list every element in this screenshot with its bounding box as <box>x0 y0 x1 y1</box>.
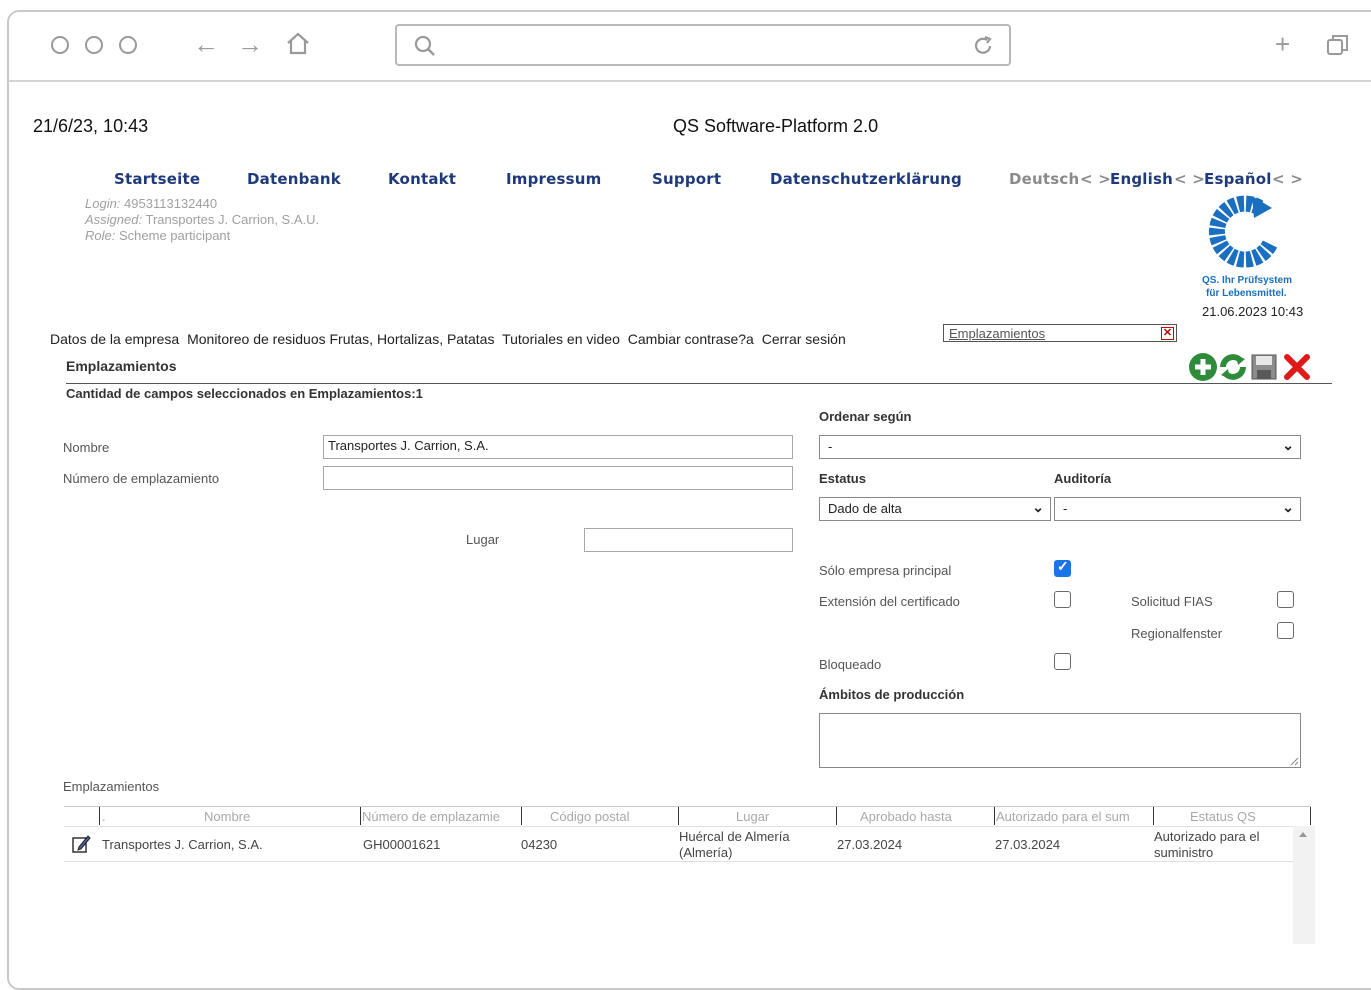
scroll-up-icon[interactable] <box>1299 832 1307 837</box>
extension-label: Extensión del certificado <box>819 594 960 609</box>
menu-cambiar-contrasena[interactable]: Cambiar contrase?a <box>628 331 754 347</box>
chevron-down-icon: ⌄ <box>1282 437 1294 453</box>
ordenar-label: Ordenar según <box>819 409 912 424</box>
window-maximize-dot[interactable] <box>119 36 137 54</box>
section-title: Emplazamientos <box>66 358 177 374</box>
solo-label: Sólo empresa principal <box>819 563 952 578</box>
regional-checkbox[interactable] <box>1277 622 1294 639</box>
bloqueado-checkbox[interactable] <box>1054 653 1071 670</box>
estatus-select[interactable]: Dado de alta ⌄ <box>819 497 1051 521</box>
lang-english[interactable]: English <box>1110 170 1173 188</box>
cell-aprobado: 27.03.2024 <box>837 837 903 852</box>
col-lugar[interactable]: Lugar <box>736 809 769 824</box>
logo-caption: QS. Ihr Prüfsystem für Lebensmittel. <box>1202 275 1293 299</box>
table-header: . Nombre Número de emplazamie Código pos… <box>64 806 1311 826</box>
add-icon[interactable] <box>1188 352 1218 382</box>
chevron-down-icon: ⌄ <box>1032 499 1044 515</box>
table-row[interactable]: Transportes J. Carrion, S.A. GH00001621 … <box>64 826 1293 862</box>
forward-arrow-icon[interactable]: → <box>237 30 263 58</box>
cell-estatus: Autorizado para el suministro <box>1154 829 1260 860</box>
chevron-down-icon: ⌄ <box>1282 499 1294 515</box>
numero-label: Número de emplazamiento <box>63 471 220 486</box>
company-menu: Datos de la empresa Monitoreo de residuo… <box>50 331 850 347</box>
col-dot[interactable]: . <box>102 809 106 824</box>
table-scrollbar[interactable] <box>1293 826 1315 944</box>
col-nombre[interactable]: Nombre <box>204 809 250 824</box>
col-autorizado[interactable]: Autorizado para el sum <box>996 809 1152 824</box>
browser-toolbar: ← → + <box>9 12 1371 82</box>
bloqueado-label: Bloqueado <box>819 657 882 672</box>
col-aprobado[interactable]: Aprobado hasta <box>860 809 952 824</box>
auditoria-label: Auditoría <box>1054 471 1112 486</box>
search-icon <box>414 35 435 56</box>
estatus-label: Estatus <box>819 471 866 486</box>
back-arrow-icon[interactable]: ← <box>193 30 219 58</box>
menu-cerrar-sesion[interactable]: Cerrar sesión <box>762 331 846 347</box>
fias-label: Solicitud FIAS <box>1131 594 1213 609</box>
regional-label: Regionalfenster <box>1131 626 1223 641</box>
lang-separator: < > <box>1080 170 1111 188</box>
qs-logo <box>1208 194 1288 275</box>
lang-deutsch[interactable]: Deutsch <box>1009 170 1079 188</box>
menu-tutoriales[interactable]: Tutoriales en video <box>502 331 620 347</box>
role-info: Role: Scheme participant <box>85 228 231 243</box>
selected-count: Cantidad de campos seleccionados en Empl… <box>66 386 423 401</box>
col-estatus[interactable]: Estatus QS <box>1190 809 1256 824</box>
ambitos-label: Ámbitos de producción <box>819 687 965 702</box>
window-minimize-dot[interactable] <box>85 36 103 54</box>
tabs-icon[interactable] <box>1325 32 1351 63</box>
cell-numero: GH00001621 <box>363 837 441 852</box>
table-title: Emplazamientos <box>63 779 160 794</box>
lugar-label: Lugar <box>466 532 500 547</box>
lang-separator: < > <box>1272 170 1303 188</box>
toolbar <box>1188 352 1314 382</box>
nav-datenschutz[interactable]: Datenschutzerklärung <box>770 170 962 188</box>
cell-autorizado: 27.03.2024 <box>995 837 1061 852</box>
window-close-dot[interactable] <box>51 36 69 54</box>
close-icon[interactable] <box>1283 353 1311 381</box>
col-numero[interactable]: Número de emplazamie <box>362 809 520 824</box>
lugar-input[interactable] <box>584 528 793 552</box>
refresh-icon[interactable] <box>1218 352 1248 382</box>
resize-handle-icon[interactable] <box>1289 756 1299 766</box>
menu-monitoreo[interactable]: Monitoreo de residuos Frutas, Hortalizas… <box>187 331 494 347</box>
cell-codigo: 04230 <box>521 837 558 852</box>
nombre-label: Nombre <box>63 440 110 455</box>
extension-checkbox[interactable] <box>1054 591 1071 608</box>
assigned-info: Assigned: Transportes J. Carrion, S.A.U. <box>85 212 320 227</box>
nav-startseite[interactable]: Startseite <box>114 170 200 188</box>
ordenar-select[interactable]: - ⌄ <box>819 435 1301 459</box>
logo-timestamp: 21.06.2023 10:43 <box>1202 304 1304 319</box>
new-tab-icon[interactable]: + <box>1275 30 1290 58</box>
lang-espanol[interactable]: Español <box>1204 170 1272 188</box>
login-info: Login: 4953113132440 <box>85 196 218 211</box>
page-datetime: 21/6/23, 10:43 <box>33 116 149 136</box>
section-divider <box>66 383 1332 384</box>
fias-checkbox[interactable] <box>1277 591 1294 608</box>
edit-icon[interactable] <box>71 834 91 854</box>
address-bar[interactable] <box>395 24 1011 66</box>
reload-icon[interactable] <box>971 34 995 58</box>
nav-impressum[interactable]: Impressum <box>506 170 601 188</box>
qs-logo-icon <box>1208 195 1278 268</box>
lang-separator: < > <box>1174 170 1205 188</box>
nombre-input[interactable]: Transportes J. Carrion, S.A. <box>323 435 793 459</box>
auditoria-select[interactable]: - ⌄ <box>1054 497 1301 521</box>
quick-search-input[interactable]: Emplazamientos ✕ <box>943 324 1177 342</box>
save-icon[interactable] <box>1250 353 1278 381</box>
page-title: QS Software-Platform 2.0 <box>673 116 879 136</box>
menu-datos-empresa[interactable]: Datos de la empresa <box>50 331 179 347</box>
nav-support[interactable]: Support <box>652 170 721 188</box>
ambitos-textarea[interactable] <box>819 713 1301 768</box>
nav-kontakt[interactable]: Kontakt <box>388 170 456 188</box>
numero-input[interactable] <box>323 466 793 490</box>
cell-lugar: Huércal de Almería (Almería) <box>679 829 790 860</box>
col-codigo[interactable]: Código postal <box>550 809 630 824</box>
nav-datenbank[interactable]: Datenbank <box>247 170 341 188</box>
home-icon[interactable] <box>285 30 311 61</box>
clear-search-icon[interactable]: ✕ <box>1161 327 1174 340</box>
cell-nombre: Transportes J. Carrion, S.A. <box>102 837 263 852</box>
solo-checkbox[interactable] <box>1054 558 1071 577</box>
